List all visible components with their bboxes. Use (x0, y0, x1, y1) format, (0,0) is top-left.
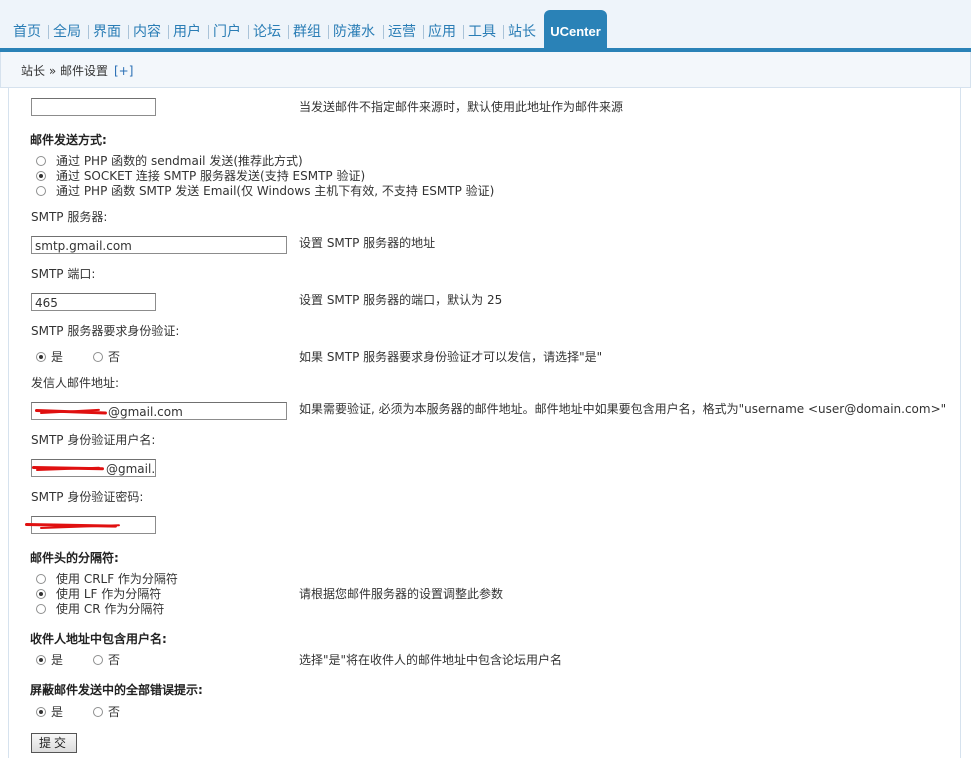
smtp-auth-yes-label: 是 (51, 350, 64, 364)
nav-separator (328, 25, 329, 39)
include-username-no-radio[interactable] (93, 655, 103, 665)
smtp-auth-no-label: 否 (108, 350, 121, 364)
nav-tab-5[interactable]: 用户 (173, 23, 201, 41)
nav-tab-3[interactable]: 界面 (93, 23, 121, 41)
separator-option-lf: 使用 LF 作为分隔符 (56, 587, 162, 601)
silent-errors-no-label: 否 (108, 705, 121, 719)
nav-separator (503, 25, 504, 39)
nav-tab-9[interactable]: 防灌水 (333, 23, 375, 41)
smtp-port-input[interactable]: 465 (31, 293, 156, 311)
smtp-auth-hint: 如果 SMTP 服务器要求身份验证才可以发信，请选择"是" (299, 350, 603, 364)
silent-errors-yes-label: 是 (51, 705, 64, 719)
nav-separator (168, 25, 169, 39)
nav-separator (248, 25, 249, 39)
nav-tab-12[interactable]: 工具 (468, 23, 496, 41)
include-username-yes-label: 是 (51, 653, 64, 667)
include-username-no-label: 否 (108, 653, 121, 667)
default-sender-input[interactable] (31, 98, 156, 116)
nav-tab-7[interactable]: 论坛 (253, 23, 281, 41)
breadcrumb-toggle[interactable]: [+] (114, 64, 133, 78)
send-method-option-php-smtp: 通过 PHP 函数 SMTP 发送 Email(仅 Windows 主机下有效,… (56, 184, 495, 198)
send-method-radio-socket[interactable] (36, 171, 46, 181)
nav-tab-11[interactable]: 应用 (428, 23, 456, 41)
separator-option-cr: 使用 CR 作为分隔符 (56, 602, 165, 616)
nav-separator (208, 25, 209, 39)
content-border-left (8, 88, 9, 758)
silent-errors-label: 屏蔽邮件发送中的全部错误提示: (30, 683, 203, 697)
default-sender-hint: 当发送邮件不指定邮件来源时，默认使用此地址作为邮件来源 (299, 100, 624, 114)
nav-separator (288, 25, 289, 39)
nav-tab-10[interactable]: 运营 (388, 23, 416, 41)
include-username-label: 收件人地址中包含用户名: (30, 632, 167, 646)
smtp-auth-yes-radio[interactable] (36, 352, 46, 362)
nav-separator (383, 25, 384, 39)
nav-tab-8[interactable]: 群组 (293, 23, 321, 41)
smtp-server-label: SMTP 服务器: (31, 210, 108, 224)
from-address-hint: 如果需要验证, 必须为本服务器的邮件地址。邮件地址中如果要包含用户名，格式为"u… (299, 402, 947, 416)
nav-tab-6[interactable]: 门户 (213, 23, 241, 41)
send-method-radio-sendmail[interactable] (36, 156, 46, 166)
smtp-auth-no-radio[interactable] (93, 352, 103, 362)
submit-button[interactable]: 提交 (31, 733, 77, 753)
separator-radio-cr[interactable] (36, 604, 46, 614)
nav-tab-1[interactable]: 首页 (13, 23, 41, 41)
separator-radio-lf[interactable] (36, 589, 46, 599)
separator-radio-crlf[interactable] (36, 574, 46, 584)
nav-separator (48, 25, 49, 39)
include-username-hint: 选择"是"将在收件人的邮件地址中包含论坛用户名 (299, 653, 563, 667)
auth-password-label: SMTP 身份验证密码: (31, 490, 144, 504)
send-method-option-sendmail: 通过 PHP 函数的 sendmail 发送(推荐此方式) (56, 154, 303, 168)
separator-label: 邮件头的分隔符: (30, 551, 119, 565)
nav-tab-13[interactable]: 站长 (508, 23, 536, 41)
breadcrumb-bar (0, 52, 971, 88)
smtp-server-input[interactable]: smtp.gmail.com (31, 236, 287, 254)
send-method-label: 邮件发送方式: (30, 133, 107, 147)
separator-hint: 请根据您邮件服务器的设置调整此参数 (299, 587, 504, 601)
nav-separator (128, 25, 129, 39)
smtp-port-label: SMTP 端口: (31, 267, 96, 281)
send-method-option-socket: 通过 SOCKET 连接 SMTP 服务器发送(支持 ESMTP 验证) (56, 169, 366, 183)
include-username-yes-radio[interactable] (36, 655, 46, 665)
smtp-port-hint: 设置 SMTP 服务器的端口，默认为 25 (299, 293, 503, 307)
smtp-auth-label: SMTP 服务器要求身份验证: (31, 324, 180, 338)
nav-separator (88, 25, 89, 39)
nav-tab-ucenter[interactable]: UCenter (544, 10, 607, 52)
from-address-label: 发信人邮件地址: (31, 376, 120, 390)
breadcrumb-path: 站长 » 邮件设置 (21, 64, 108, 78)
content-border-right (960, 88, 961, 758)
breadcrumb: 站长 » 邮件设置 [+] (21, 62, 133, 79)
nav-separator (423, 25, 424, 39)
nav-tab-4[interactable]: 内容 (133, 23, 161, 41)
nav-tab-2[interactable]: 全局 (53, 23, 81, 41)
send-method-radio-php-smtp[interactable] (36, 186, 46, 196)
nav-separator (463, 25, 464, 39)
separator-option-crlf: 使用 CRLF 作为分隔符 (56, 572, 178, 586)
auth-username-label: SMTP 身份验证用户名: (31, 433, 156, 447)
silent-errors-no-radio[interactable] (93, 707, 103, 717)
silent-errors-yes-radio[interactable] (36, 707, 46, 717)
smtp-server-hint: 设置 SMTP 服务器的地址 (299, 236, 436, 250)
